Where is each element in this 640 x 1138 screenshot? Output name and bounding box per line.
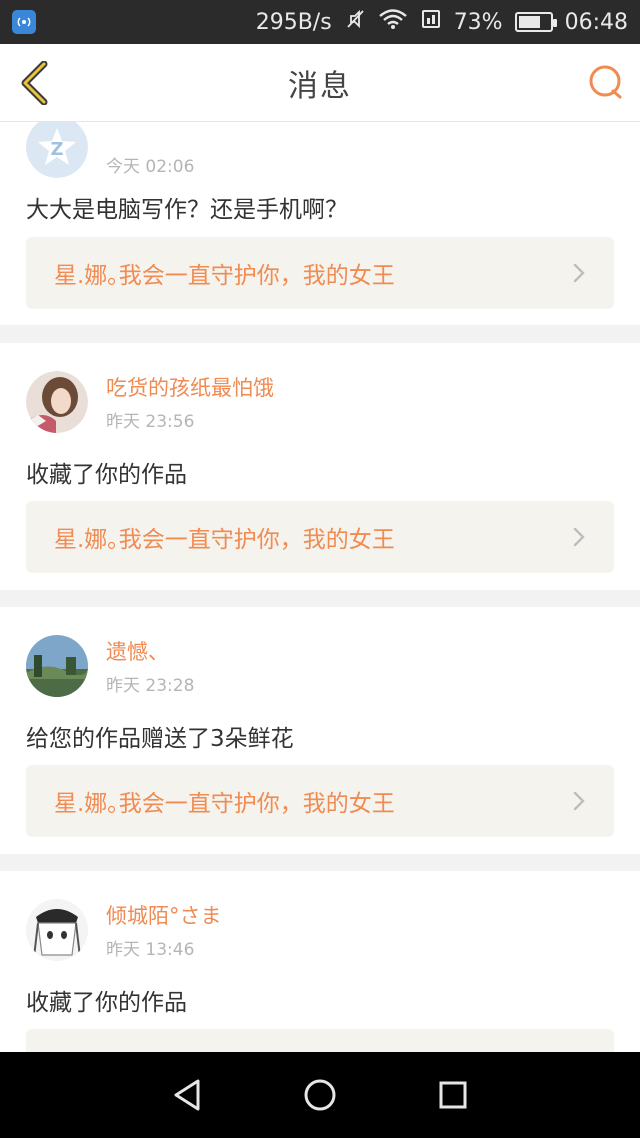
timestamp: 昨天 13:46 [106, 940, 195, 960]
message-card: 吃货的孩纸最怕饿 昨天 23:56 收藏了你的作品 星.娜｡我会一直守护你，我的… [0, 343, 640, 590]
work-title: 星.娜｡我会一直守护你，我的女王 [54, 791, 395, 817]
status-bar: 295B/s 73% 06:48 [0, 0, 640, 44]
message-feed[interactable]: Z 今天 02:06 大大是电脑写作？还是手机啊？ 星.娜｡我会一直守护你，我的… [0, 122, 640, 1052]
triangle-back-icon [174, 1079, 200, 1111]
message-text: 收藏了你的作品 [26, 990, 187, 1016]
message-card: 倾城陌°さま 昨天 13:46 收藏了你的作品 [0, 871, 640, 1052]
chevron-right-icon [573, 527, 585, 547]
search-icon [589, 65, 622, 99]
message-card: 遗憾、 昨天 23:28 给您的作品赠送了3朵鲜花 星.娜｡我会一直守护你，我的… [0, 607, 640, 854]
battery-percent: 73% [453, 9, 503, 35]
battery-icon [514, 12, 557, 32]
timestamp: 今天 02:06 [106, 157, 195, 177]
chevron-left-icon [21, 61, 48, 105]
qzone-icon[interactable]: Z [26, 122, 88, 178]
svg-text:Z: Z [50, 139, 63, 160]
circle-home-icon [304, 1079, 336, 1111]
girl-photo-avatar[interactable] [26, 371, 88, 433]
message-text: 大大是电脑写作？还是手机啊？ [26, 197, 348, 223]
username[interactable]: 倾城陌°さま [106, 901, 222, 931]
clock: 06:48 [564, 9, 628, 35]
hotspot-icon [12, 10, 36, 34]
landscape-avatar[interactable] [26, 635, 88, 697]
back-nav-button[interactable] [157, 1065, 217, 1125]
message-card: Z 今天 02:06 大大是电脑写作？还是手机啊？ 星.娜｡我会一直守护你，我的… [0, 122, 640, 325]
network-speed: 295B/s [255, 9, 332, 35]
username[interactable]: 吃货的孩纸最怕饿 [106, 373, 274, 403]
work-link[interactable]: 星.娜｡我会一直守护你，我的女王 [26, 237, 614, 309]
work-title: 星.娜｡我会一直守护你，我的女王 [54, 263, 395, 289]
chevron-right-icon [573, 263, 585, 283]
battery-level [518, 16, 541, 28]
username[interactable] [106, 122, 194, 148]
message-text: 给您的作品赠送了3朵鲜花 [26, 726, 294, 752]
search-button[interactable] [586, 62, 626, 102]
app-header: 消息 [0, 44, 640, 122]
home-nav-button[interactable] [290, 1065, 350, 1125]
username[interactable]: 遗憾、 [106, 637, 194, 667]
work-title: 星.娜｡我会一直守护你，我的女王 [54, 527, 395, 553]
work-link[interactable] [26, 1029, 614, 1052]
work-link[interactable]: 星.娜｡我会一直守护你，我的女王 [26, 501, 614, 573]
page-title: 消息 [288, 68, 352, 104]
timestamp: 昨天 23:28 [106, 676, 195, 696]
system-nav-bar [0, 1052, 640, 1138]
wifi-icon [378, 8, 408, 36]
anime-avatar[interactable] [26, 899, 88, 961]
timestamp: 昨天 23:56 [106, 412, 195, 432]
square-recents-icon [439, 1081, 467, 1109]
work-link[interactable]: 星.娜｡我会一直守护你，我的女王 [26, 765, 614, 837]
message-text: 收藏了你的作品 [26, 462, 187, 488]
mute-icon [344, 8, 366, 36]
sim-icon [420, 8, 442, 36]
chevron-right-icon [573, 791, 585, 811]
recents-nav-button[interactable] [423, 1065, 483, 1125]
back-button[interactable] [14, 60, 54, 106]
